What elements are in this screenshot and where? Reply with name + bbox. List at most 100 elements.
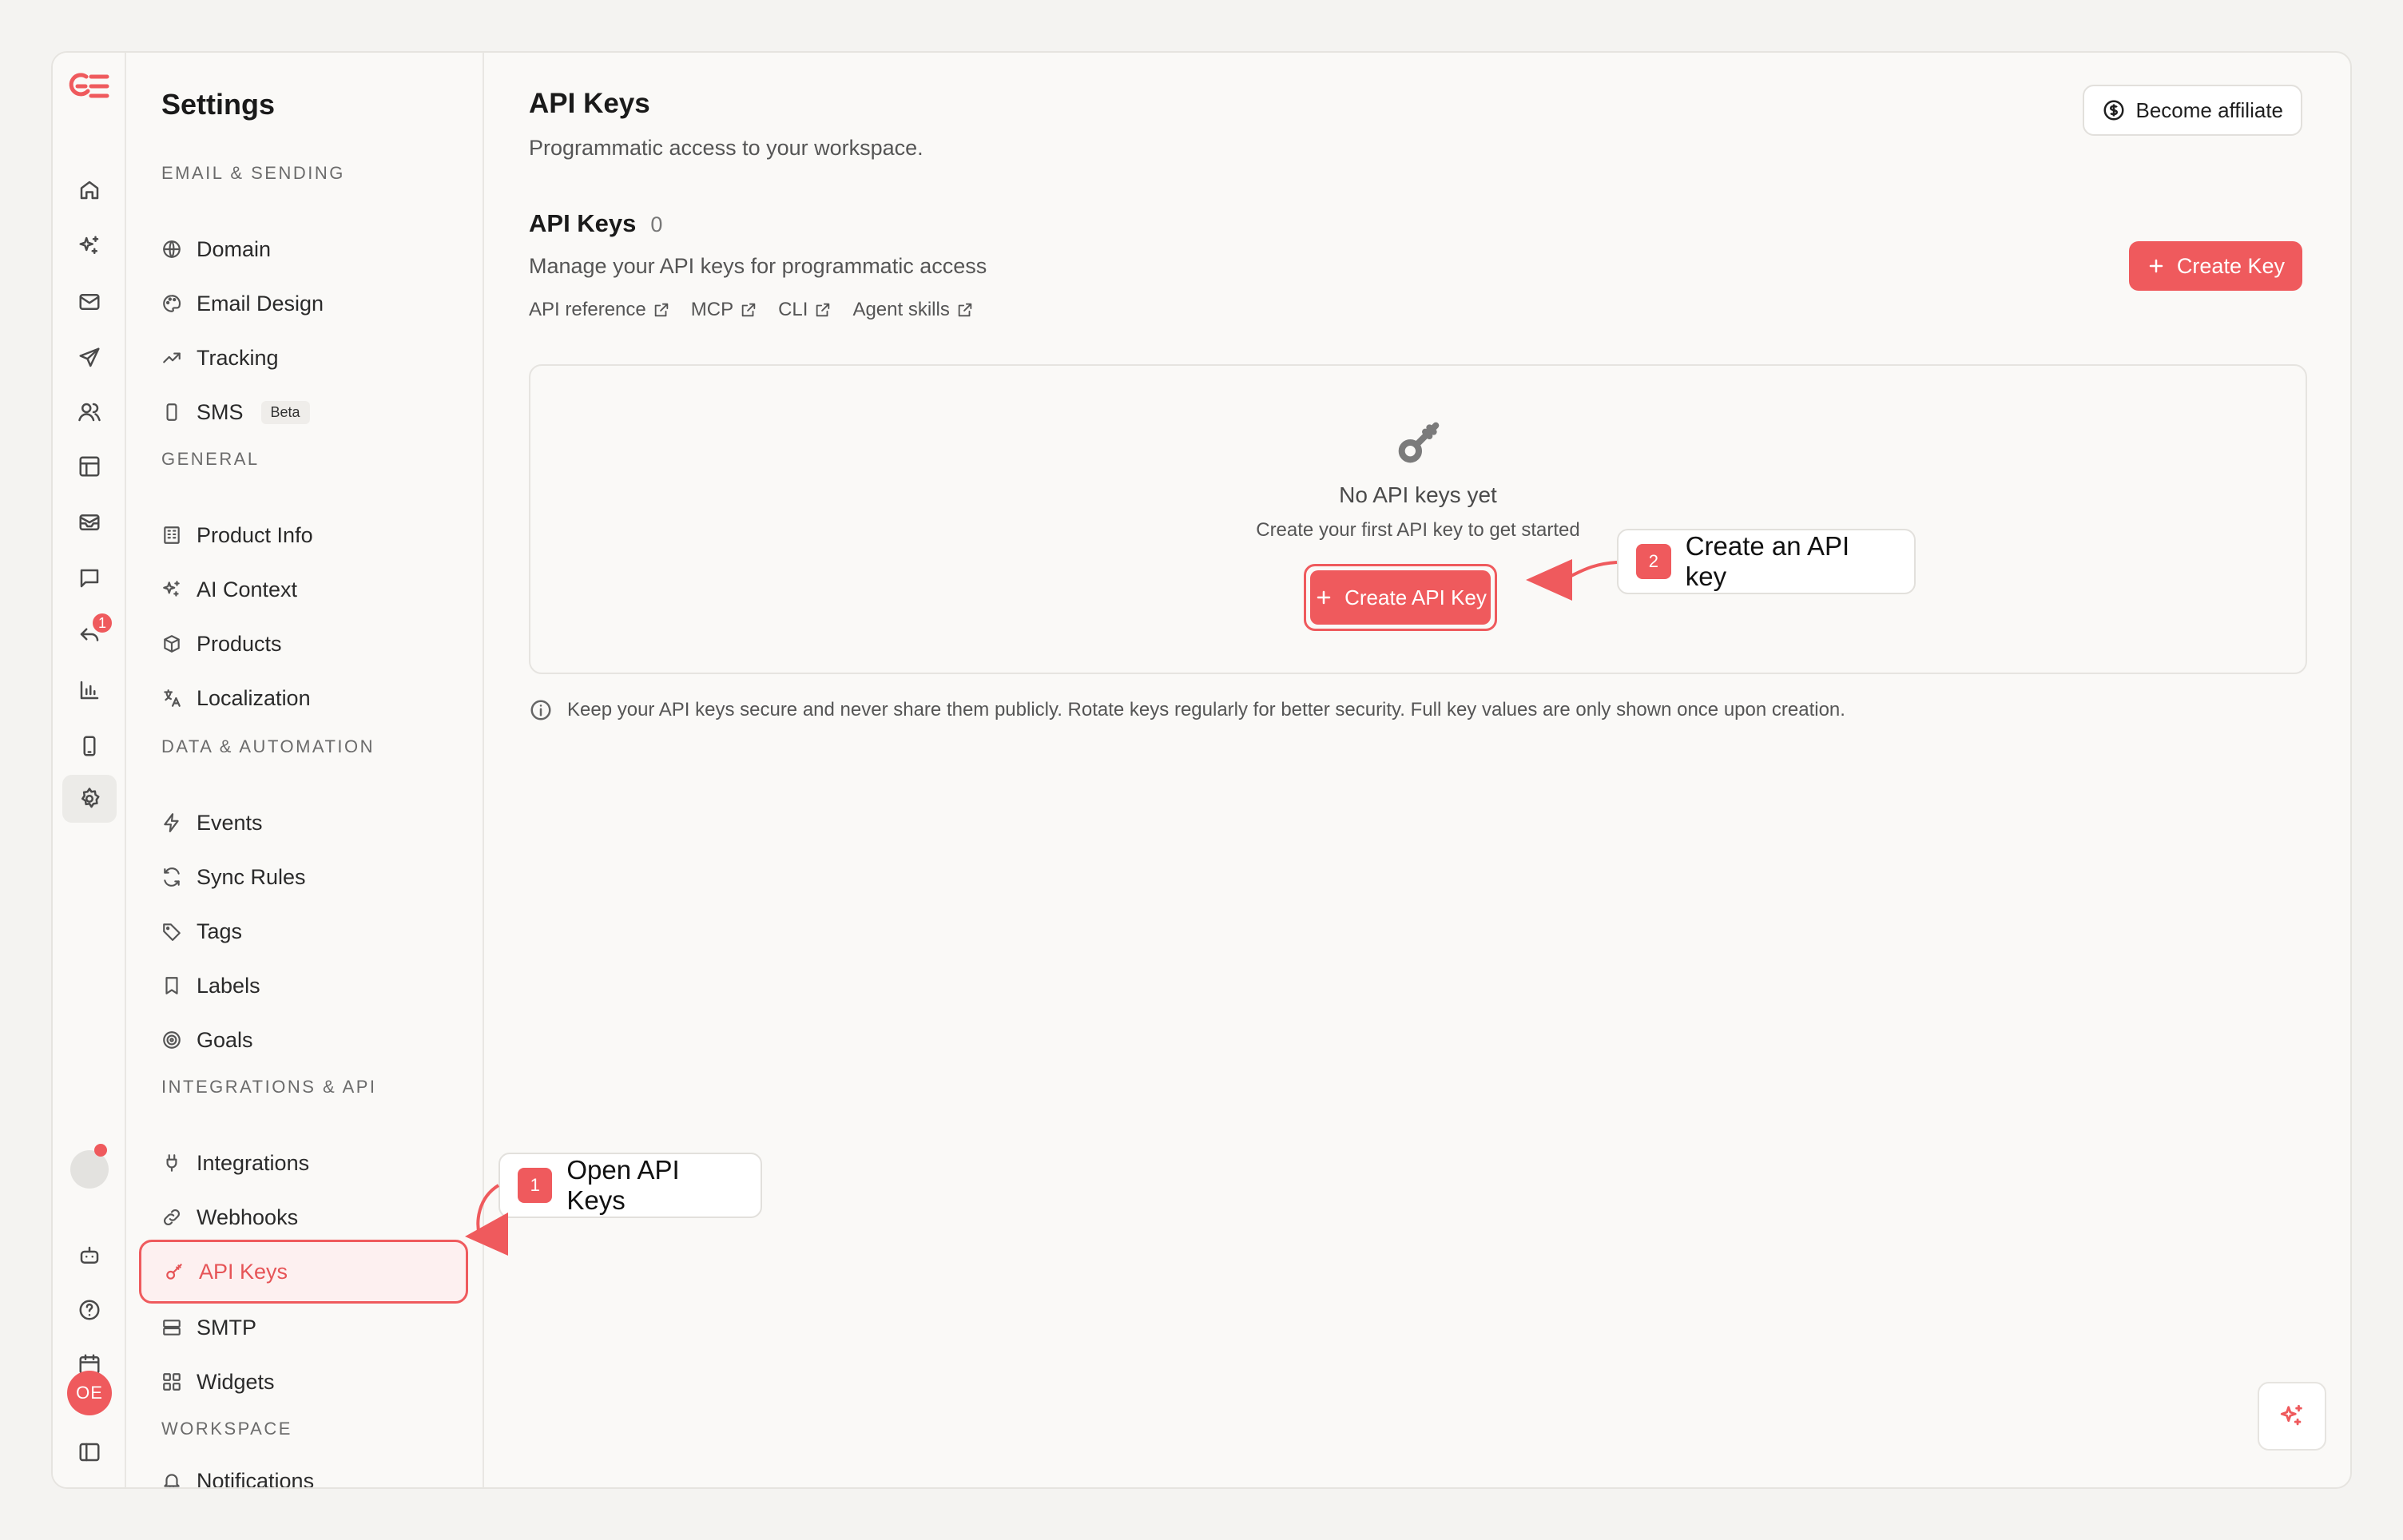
users-icon[interactable]: [62, 388, 117, 436]
notification-badge: 1: [91, 612, 113, 634]
sidebar-item-tracking[interactable]: Tracking: [161, 332, 465, 383]
sidebar-item-label: Integrations: [197, 1150, 310, 1175]
sidebar-item-sms[interactable]: SMS Beta: [161, 387, 465, 438]
help-icon[interactable]: [62, 1286, 117, 1334]
bolt-icon: [164, 813, 179, 832]
sidebar-item-label: Products: [197, 631, 282, 656]
external-link-icon: [654, 303, 668, 317]
sidebar-item-label: Tracking: [197, 345, 279, 370]
sidebar-item-webhooks[interactable]: Webhooks: [161, 1192, 465, 1243]
sidebar-item-localization[interactable]: Localization: [161, 673, 465, 724]
globe-icon: [163, 240, 181, 258]
callout-text: Create an API key: [1685, 531, 1850, 591]
sidebar-item-tags[interactable]: Tags: [161, 906, 465, 957]
ai-assistant-button[interactable]: [2258, 1382, 2326, 1451]
trend-icon: [163, 352, 181, 363]
sidebar-item-integrations[interactable]: Integrations: [161, 1137, 465, 1189]
message-icon[interactable]: [62, 554, 117, 602]
box-icon: [164, 635, 180, 653]
sidebar-item-label: Labels: [197, 973, 260, 998]
target-icon: [163, 1031, 181, 1049]
cli-link[interactable]: CLI: [778, 299, 832, 321]
bot-icon[interactable]: [62, 1232, 117, 1280]
external-link-icon: [741, 303, 756, 317]
create-api-key-label: Create API Key: [1344, 585, 1487, 609]
doc-links: API reference MCP CLI Agent skills: [529, 299, 974, 321]
building-icon: [164, 526, 180, 544]
mobile-icon[interactable]: [62, 722, 117, 770]
mail-icon[interactable]: [62, 278, 117, 326]
beta-badge: Beta: [260, 400, 310, 424]
sidebar-item-label: AI Context: [197, 577, 298, 601]
external-link-icon: [958, 303, 972, 317]
api-keys-count: 0: [650, 212, 663, 236]
sparkles-icon[interactable]: [62, 222, 117, 270]
sparkles-icon: [163, 581, 180, 597]
layout-icon[interactable]: [62, 443, 117, 490]
chart-icon[interactable]: [62, 666, 117, 714]
sidebar-item-email-design[interactable]: Email Design: [161, 278, 465, 329]
empty-state-subtitle: Create your first API key to get started: [1256, 519, 1580, 541]
sidebar-item-sync-rules[interactable]: Sync Rules: [161, 851, 465, 903]
user-avatar[interactable]: OE: [67, 1371, 112, 1415]
sidebar-toggle-icon[interactable]: [62, 1428, 117, 1476]
sidebar-item-product-info[interactable]: Product Info: [161, 510, 465, 561]
inbox-icon[interactable]: [62, 498, 117, 546]
settings-icon[interactable]: [62, 775, 117, 823]
sidebar-item-notifications[interactable]: Notifications: [161, 1455, 465, 1489]
dollar-circle-icon: [2103, 100, 2124, 121]
sidebar-item-label: Product Info: [197, 522, 313, 547]
create-key-button[interactable]: Create Key: [2128, 241, 2302, 291]
section-label-integrations-api: INTEGRATIONS & API: [161, 1077, 377, 1097]
empty-state-panel: No API keys yet Create your first API ke…: [529, 364, 2307, 674]
link-label: API reference: [529, 299, 646, 320]
translate-icon: [164, 689, 181, 707]
status-dot: [94, 1144, 107, 1157]
icon-rail: 1 OE: [53, 53, 126, 1487]
sidebar-item-domain[interactable]: Domain: [161, 224, 465, 275]
section-title-text: API Keys: [529, 209, 637, 237]
agent-skills-link[interactable]: Agent skills: [852, 299, 973, 321]
sidebar-item-api-keys[interactable]: API Keys: [139, 1240, 468, 1304]
app-logo-icon[interactable]: [67, 69, 112, 104]
affiliate-label: Become affiliate: [2135, 97, 2283, 122]
sidebar-item-smtp[interactable]: SMTP: [161, 1302, 465, 1353]
create-key-label: Create Key: [2176, 253, 2285, 278]
app-window: 1 OE Settings EMAIL & SENDING Domain Ema…: [51, 51, 2352, 1489]
plus-icon: [1317, 590, 1331, 605]
mcp-link[interactable]: MCP: [691, 299, 757, 321]
sidebar-item-widgets[interactable]: Widgets: [161, 1356, 465, 1407]
external-link-icon: [816, 303, 830, 317]
section-label-general: GENERAL: [161, 449, 260, 469]
security-note: Keep your API keys secure and never shar…: [529, 698, 1845, 722]
api-reference-link[interactable]: API reference: [529, 299, 670, 321]
sidebar-item-label: Domain: [197, 236, 272, 261]
palette-icon: [163, 295, 181, 312]
sidebar-item-events[interactable]: Events: [161, 797, 465, 848]
sidebar-item-labels[interactable]: Labels: [161, 960, 465, 1011]
tag-icon: [163, 923, 181, 941]
send-icon[interactable]: [62, 334, 117, 382]
sidebar-item-goals[interactable]: Goals: [161, 1014, 465, 1066]
sidebar-item-label: Notifications: [197, 1468, 315, 1489]
settings-sidebar: Settings EMAIL & SENDING Domain Email De…: [126, 53, 484, 1487]
refresh-icon: [164, 867, 180, 887]
sidebar-item-label: SMTP: [197, 1315, 257, 1340]
page-subtitle: Programmatic access to your workspace.: [529, 136, 923, 160]
create-api-key-button[interactable]: Create API Key: [1310, 570, 1491, 625]
phone-icon: [166, 403, 177, 421]
page-title: API Keys: [529, 88, 650, 119]
become-affiliate-button[interactable]: Become affiliate: [2083, 85, 2302, 136]
section-label-data-automation: DATA & AUTOMATION: [161, 736, 375, 756]
sidebar-item-label: Sync Rules: [197, 864, 306, 889]
home-icon[interactable]: [62, 166, 117, 214]
sidebar-item-label: Localization: [197, 685, 311, 710]
section-description: Manage your API keys for programmatic ac…: [529, 254, 987, 278]
sidebar-item-ai-context[interactable]: AI Context: [161, 564, 465, 615]
security-note-text: Keep your API keys secure and never shar…: [567, 699, 1845, 720]
callout-create-api-key: 2 Create an API key: [1617, 529, 1916, 594]
callout-number: 2: [1636, 544, 1671, 579]
bookmark-icon: [165, 977, 178, 994]
sidebar-item-products[interactable]: Products: [161, 618, 465, 669]
reply-icon[interactable]: 1: [62, 610, 117, 658]
